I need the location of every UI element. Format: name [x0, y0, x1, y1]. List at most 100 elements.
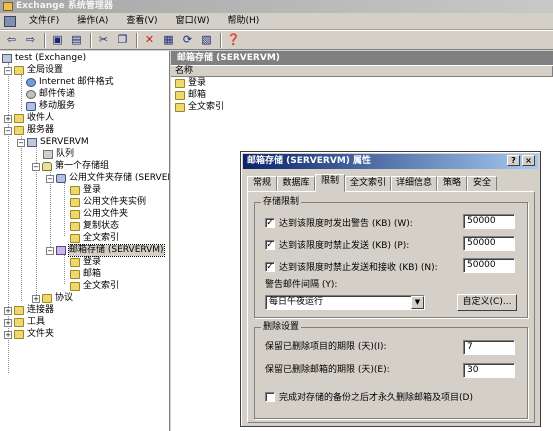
expand-icon[interactable]: + — [4, 306, 12, 315]
tab-general[interactable]: 常规 — [247, 176, 277, 191]
collapse-icon[interactable]: − — [4, 66, 12, 75]
warn-limit-row[interactable]: ✓ 达到该限度时发出警告 (KB) (W): — [265, 216, 413, 229]
help-button[interactable]: ? — [507, 155, 520, 166]
tree-mb-mailboxes[interactable]: 邮箱 — [70, 269, 101, 280]
window-title-bar: Exchange 系统管理器 — [0, 0, 553, 13]
expand-icon[interactable]: + — [32, 294, 40, 303]
tree-mb-fulltext[interactable]: 全文索引 — [70, 281, 119, 292]
storage-limits-title: 存储限制 — [261, 197, 302, 208]
tree-server-vm[interactable]: − SERVERVM — [17, 137, 89, 148]
warning-interval-select[interactable]: 每日午夜运行 ▼ — [265, 295, 425, 310]
keep-mailboxes-input[interactable]: 30 — [463, 363, 515, 378]
keep-items-input[interactable]: 7 — [463, 340, 515, 355]
prohibit-send-receive-row[interactable]: ✓ 达到该限度时禁止发送和接收 (KB) (N): — [265, 260, 438, 273]
prohibit-send-input[interactable]: 50000 — [463, 236, 515, 251]
tree-connectors[interactable]: + 连接器 — [4, 305, 54, 316]
details-header: 邮箱存储 (SERVERVM) — [171, 51, 553, 65]
tree-pf-replication[interactable]: 复制状态 — [70, 221, 119, 232]
forward-arrow-icon[interactable]: ⇨ — [22, 32, 39, 48]
tree-mailbox-store[interactable]: − 邮箱存储 (SERVERVM) — [46, 244, 165, 257]
tab-database[interactable]: 数据库 — [277, 176, 315, 191]
folder-icon — [14, 306, 24, 315]
toolbar-separator — [136, 32, 138, 48]
delivery-icon — [26, 90, 36, 99]
menu-view[interactable]: 查看(V) — [117, 13, 166, 30]
expand-icon[interactable]: + — [4, 318, 12, 327]
console-tree[interactable]: test (Exchange) − 全局设置 Internet 邮件格式 邮件传… — [0, 51, 170, 431]
tree-pf-folders[interactable]: 公用文件夹 — [70, 209, 128, 220]
properties-icon[interactable]: ▦ — [160, 32, 177, 48]
properties-dialog: 邮箱存储 (SERVERVM) 属性 ? × 常规 数据库 限制 全文索引 详细… — [240, 151, 541, 427]
tab-details[interactable]: 详细信息 — [391, 176, 437, 191]
collapse-icon[interactable]: − — [46, 174, 54, 183]
tree-folders[interactable]: + 文件夹 — [4, 329, 54, 340]
prohibit-send-row[interactable]: ✓ 达到该限度时禁止发送 (KB) (P): — [265, 238, 409, 251]
prohibit-send-receive-label: 达到该限度时禁止发送和接收 (KB) (N): — [279, 263, 438, 273]
show-hide-tree-icon[interactable]: ▤ — [68, 32, 85, 48]
back-arrow-icon[interactable]: ⇦ — [3, 32, 20, 48]
menu-help[interactable]: 帮助(H) — [219, 13, 269, 30]
prohibit-send-checkbox[interactable]: ✓ — [265, 239, 275, 250]
tree-pf-logons[interactable]: 登录 — [70, 185, 101, 196]
dialog-title-bar[interactable]: 邮箱存储 (SERVERVM) 属性 ? × — [243, 154, 538, 169]
tree-line — [64, 182, 65, 236]
collapse-icon[interactable]: − — [4, 126, 12, 135]
export-list-icon[interactable]: ▧ — [198, 32, 215, 48]
tree-mb-logons[interactable]: 登录 — [70, 257, 101, 268]
close-button[interactable]: × — [522, 155, 535, 166]
tree-root[interactable]: test (Exchange) — [2, 53, 86, 64]
tree-message-delivery[interactable]: 邮件传递 — [26, 89, 75, 100]
menu-file[interactable]: 文件(F) — [20, 13, 68, 30]
list-item[interactable]: 全文索引 — [171, 101, 553, 113]
tree-internet-format[interactable]: Internet 邮件格式 — [26, 77, 114, 88]
folder-icon — [70, 222, 80, 231]
mobile-icon — [26, 102, 36, 111]
tree-global-settings[interactable]: − 全局设置 — [4, 65, 63, 76]
dialog-title: 邮箱存储 (SERVERVM) 属性 — [247, 156, 372, 166]
no-permanent-delete-checkbox[interactable] — [265, 391, 275, 402]
help-icon[interactable]: ❓ — [225, 32, 242, 48]
tree-queues[interactable]: 队列 — [43, 149, 74, 160]
tab-security[interactable]: 安全 — [467, 176, 497, 191]
prohibit-send-receive-input[interactable]: 50000 — [463, 258, 515, 273]
folder-icon — [70, 258, 80, 267]
tree-protocols[interactable]: + 协议 — [32, 293, 73, 304]
delete-icon[interactable]: ✕ — [141, 32, 158, 48]
copy-icon[interactable]: ❐ — [114, 32, 131, 48]
tree-public-store[interactable]: − 公用文件夹存储 (SERVERV — [46, 173, 169, 184]
expand-icon[interactable]: + — [4, 114, 12, 123]
list-item[interactable]: 登录 — [171, 77, 553, 89]
folder-icon — [14, 318, 24, 327]
no-permanent-delete-row[interactable]: 完成对存储的备份之后才永久删除邮箱及项目(D) — [265, 390, 473, 403]
collapse-icon[interactable]: − — [46, 246, 54, 255]
warn-limit-input[interactable]: 50000 — [463, 214, 515, 229]
chevron-down-icon[interactable]: ▼ — [411, 296, 424, 309]
up-folder-icon[interactable]: ▣ — [49, 32, 66, 48]
tab-policies[interactable]: 策略 — [437, 176, 467, 191]
warn-limit-checkbox[interactable]: ✓ — [265, 217, 275, 228]
tab-limits[interactable]: 限制 — [315, 174, 345, 192]
customize-button[interactable]: 自定义(C)... — [457, 294, 517, 311]
tree-mobile-services[interactable]: 移动服务 — [26, 101, 75, 112]
storage-limits-group: 存储限制 ✓ 达到该限度时发出警告 (KB) (W): 50000 ✓ 达到该限… — [254, 197, 528, 318]
tree-pf-instances[interactable]: 公用文件夹实例 — [70, 197, 146, 208]
prohibit-send-receive-checkbox[interactable]: ✓ — [265, 261, 275, 272]
cut-icon[interactable]: ✂ — [95, 32, 112, 48]
tree-first-storage-group[interactable]: − 第一个存储组 — [32, 161, 109, 172]
tree-recipients[interactable]: + 收件人 — [4, 113, 54, 124]
menu-action[interactable]: 操作(A) — [68, 13, 117, 30]
list-item[interactable]: 邮箱 — [171, 89, 553, 101]
tree-pf-fulltext[interactable]: 全文索引 — [70, 233, 119, 244]
collapse-icon[interactable]: − — [32, 162, 40, 171]
tab-fulltext[interactable]: 全文索引 — [345, 176, 391, 191]
menu-window[interactable]: 窗口(W) — [167, 13, 219, 30]
collapse-icon[interactable]: − — [17, 138, 25, 147]
column-header-name[interactable]: 名称 — [171, 65, 553, 77]
deletion-settings-group: 删除设置 保留已删除项目的期限 (天)(I): 7 保留已删除邮箱的期限 (天)… — [254, 322, 528, 419]
tree-tools[interactable]: + 工具 — [4, 317, 45, 328]
organization-icon — [2, 54, 12, 63]
console-icon[interactable] — [4, 15, 16, 27]
expand-icon[interactable]: + — [4, 330, 12, 339]
tree-servers[interactable]: − 服务器 — [4, 125, 54, 136]
refresh-icon[interactable]: ⟳ — [179, 32, 196, 48]
